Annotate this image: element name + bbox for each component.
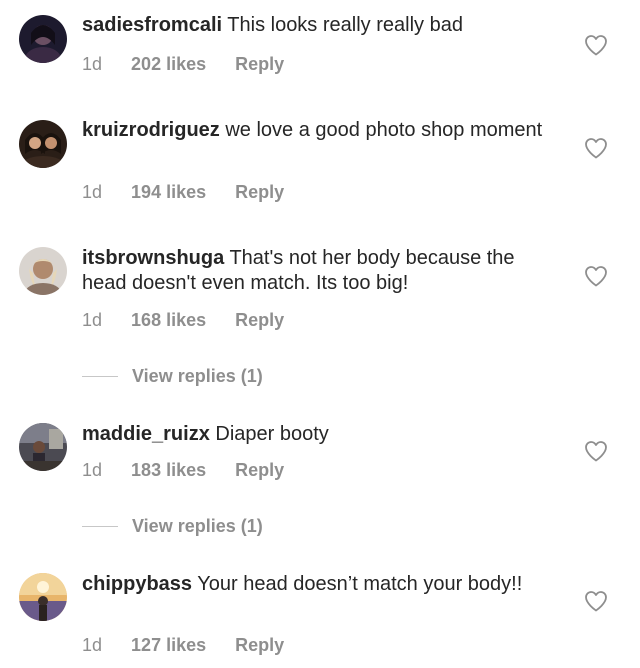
heart-outline-icon[interactable] bbox=[584, 34, 608, 56]
comment-username[interactable]: kruizrodriguez bbox=[82, 119, 220, 141]
heart-outline-icon[interactable] bbox=[584, 440, 608, 462]
comment-likes[interactable]: 127 likes bbox=[131, 634, 206, 656]
comment-text: chippybass Your head doesn’t match your … bbox=[82, 572, 552, 597]
comment-time: 1d bbox=[82, 635, 103, 655]
comment-likes[interactable]: 168 likes bbox=[131, 309, 206, 331]
comment-username[interactable]: sadiesfromcali bbox=[82, 14, 222, 36]
comment-body: Your head doesn’t match your body!! bbox=[197, 573, 523, 595]
comment-meta: 1d 168 likes Reply bbox=[82, 309, 284, 331]
comment-time: 1d bbox=[82, 54, 103, 74]
comment-body: This looks really really bad bbox=[227, 14, 463, 36]
comment-text: itsbrownshuga That's not her body becaus… bbox=[82, 246, 552, 296]
comment-likes[interactable]: 183 likes bbox=[131, 459, 206, 481]
comment-body: we love a good photo shop moment bbox=[225, 119, 543, 141]
comment-text: maddie_ruizx Diaper booty bbox=[82, 422, 552, 447]
avatar[interactable] bbox=[19, 573, 67, 621]
view-replies-button[interactable]: View replies (1) bbox=[82, 365, 263, 387]
heart-outline-icon[interactable] bbox=[584, 265, 608, 287]
comment-meta: 1d 183 likes Reply bbox=[82, 459, 284, 481]
reply-button[interactable]: Reply bbox=[235, 309, 284, 331]
comment-body: Diaper booty bbox=[215, 423, 329, 445]
comment-meta: 1d 194 likes Reply bbox=[82, 181, 284, 203]
heart-outline-icon[interactable] bbox=[584, 137, 608, 159]
comment-username[interactable]: itsbrownshuga bbox=[82, 247, 224, 269]
comment-time: 1d bbox=[82, 460, 103, 480]
comment-meta: 1d 127 likes Reply bbox=[82, 634, 284, 656]
comment-username[interactable]: chippybass bbox=[82, 573, 192, 595]
comment-likes[interactable]: 194 likes bbox=[131, 181, 206, 203]
avatar[interactable] bbox=[19, 15, 67, 63]
replies-divider bbox=[82, 525, 118, 527]
view-replies-label: View replies (1) bbox=[132, 366, 263, 386]
reply-button[interactable]: Reply bbox=[235, 181, 284, 203]
comment-time: 1d bbox=[82, 182, 103, 202]
reply-button[interactable]: Reply bbox=[235, 634, 284, 656]
avatar[interactable] bbox=[19, 423, 67, 471]
view-replies-label: View replies (1) bbox=[132, 516, 263, 536]
view-replies-button[interactable]: View replies (1) bbox=[82, 515, 263, 537]
avatar[interactable] bbox=[19, 247, 67, 295]
reply-button[interactable]: Reply bbox=[235, 53, 284, 75]
reply-button[interactable]: Reply bbox=[235, 459, 284, 481]
heart-outline-icon[interactable] bbox=[584, 590, 608, 612]
replies-divider bbox=[82, 375, 118, 377]
comment-text: sadiesfromcali This looks really really … bbox=[82, 13, 552, 38]
avatar[interactable] bbox=[19, 120, 67, 168]
comment-time: 1d bbox=[82, 310, 103, 330]
comment-username[interactable]: maddie_ruizx bbox=[82, 423, 210, 445]
comment-meta: 1d 202 likes Reply bbox=[82, 53, 284, 75]
comment-likes[interactable]: 202 likes bbox=[131, 53, 206, 75]
comment-text: kruizrodriguez we love a good photo shop… bbox=[82, 118, 552, 143]
